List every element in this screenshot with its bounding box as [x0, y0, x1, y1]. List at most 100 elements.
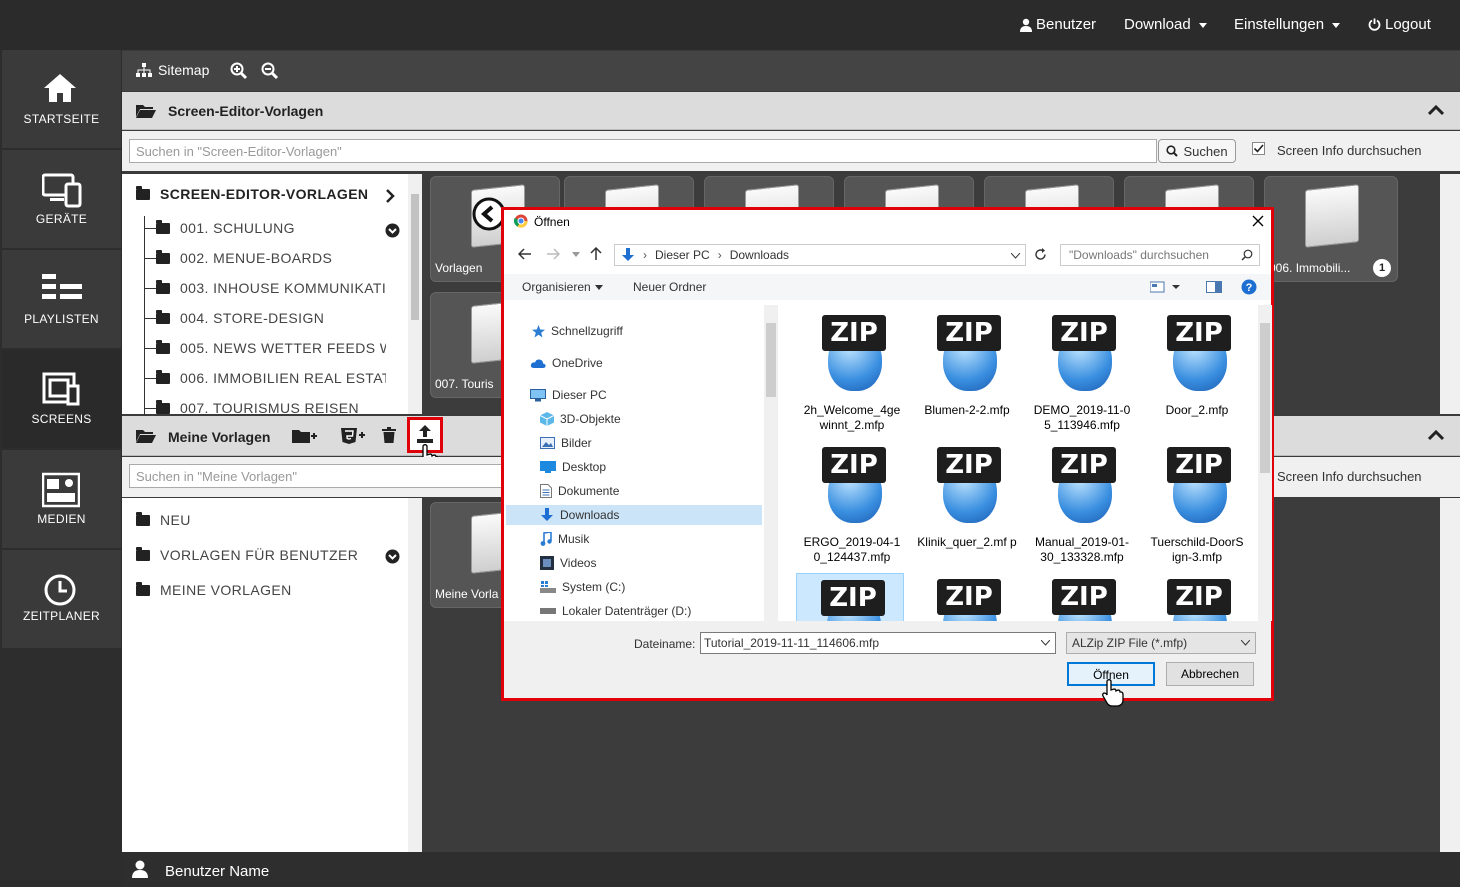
file-item[interactable]: ZIP	[913, 573, 1021, 621]
nav-musik[interactable]: Musik	[540, 529, 589, 549]
breadcrumb-dieser-pc[interactable]: Dieser PC	[655, 248, 710, 262]
nav-scrollbar[interactable]	[764, 305, 778, 621]
nav-dokumente[interactable]: Dokumente	[540, 481, 619, 501]
nav-label: Dieser PC	[552, 388, 607, 402]
chevron-down-icon[interactable]	[572, 252, 580, 257]
file-item[interactable]: ZIP	[1143, 573, 1251, 621]
up-arrow-icon[interactable]	[590, 247, 602, 261]
file-item[interactable]: ZIP Tuerschild-DoorS ign-3.mfp	[1143, 441, 1251, 569]
sitemap-button[interactable]: Sitemap	[136, 62, 209, 78]
file-item[interactable]: ZIP Manual_2019-01- 30_133328.mfp	[1028, 441, 1136, 569]
tree-item-label: 004. STORE-DESIGN	[180, 310, 325, 326]
tree-item[interactable]: 003. INHOUSE KOMMUNIKATIC	[144, 280, 386, 302]
nav-label: PLAYLISTEN	[24, 312, 99, 326]
folder-tile[interactable]: 006. Immobili... 1	[1264, 176, 1398, 282]
user-menu[interactable]: Benutzer	[1020, 16, 1096, 33]
file-item[interactable]: ZIP Blumen-2-2.mfp	[913, 309, 1021, 437]
footer-user-name: Benutzer Name	[165, 863, 270, 880]
chevron-up-icon[interactable]	[1428, 105, 1444, 116]
new-html5-icon[interactable]	[340, 427, 366, 444]
tree-item[interactable]: MEINE VORLAGEN	[136, 582, 292, 604]
tree-item-label: MEINE VORLAGEN	[160, 582, 292, 598]
nav-item-zeitplaner[interactable]: ZEITPLANER	[2, 550, 121, 648]
back-arrow-icon[interactable]	[518, 248, 532, 260]
file-item[interactable]: ZIP DEMO_2019-11-0 5_113946.mfp	[1028, 309, 1136, 437]
folder-icon	[156, 310, 170, 324]
cancel-button[interactable]: Abbrechen	[1166, 662, 1254, 686]
search-input[interactable]: Suchen in "Screen-Editor-Vorlagen"	[129, 139, 1157, 163]
nav-system-c[interactable]: System (C:)	[540, 577, 625, 597]
logout-button[interactable]: Logout	[1368, 16, 1431, 33]
zip-file-icon: ZIP	[821, 580, 885, 621]
zoom-out-icon[interactable]	[261, 62, 279, 80]
file-item[interactable]: ZIP Klinik_quer_2.mf p	[913, 441, 1021, 569]
tree-item[interactable]: 004. STORE-DESIGN	[144, 310, 386, 332]
search-icon	[1241, 249, 1253, 261]
file-item[interactable]: ZIP ERGO_2019-04-1 0_124437.mfp	[798, 441, 906, 569]
nav-item-playlisten[interactable]: PLAYLISTEN	[2, 250, 121, 348]
zip-file-icon: ZIP	[1167, 315, 1231, 391]
devices-icon	[42, 173, 82, 208]
help-icon[interactable]: ?	[1241, 279, 1257, 295]
scrollbar[interactable]	[1440, 174, 1460, 414]
breadcrumb-downloads[interactable]: Downloads	[730, 248, 789, 262]
tree-item[interactable]: 002. MENUE-BOARDS	[144, 250, 386, 272]
scrollbar[interactable]	[1440, 498, 1460, 852]
filetype-select[interactable]: ALZip ZIP File (*.mfp)	[1066, 632, 1256, 654]
tree-item[interactable]: 006. IMMOBILIEN REAL ESTATE	[144, 370, 386, 392]
tree-item[interactable]: 001. SCHULUNG	[144, 220, 384, 242]
address-bar[interactable]: › Dieser PC › Downloads	[614, 244, 1026, 266]
checkbox-icon[interactable]	[1252, 142, 1265, 155]
new-folder-icon[interactable]	[292, 428, 318, 444]
nav-desktop[interactable]: Desktop	[540, 457, 606, 477]
zoom-in-icon[interactable]	[230, 62, 248, 80]
file-item[interactable]: ZIP 2h_Welcome_4ge winnt_2.mfp	[798, 309, 906, 437]
search-button[interactable]: Suchen	[1158, 139, 1236, 163]
nav-item-screens[interactable]: SCREENS	[2, 350, 121, 448]
file-list-scrollbar[interactable]	[1258, 305, 1272, 621]
forward-arrow-icon[interactable]	[546, 248, 560, 260]
nav-3d-objekte[interactable]: 3D-Objekte	[540, 409, 621, 429]
file-item-selected[interactable]: ZIP	[796, 573, 904, 621]
file-item[interactable]: ZIP	[1028, 573, 1136, 621]
close-icon[interactable]	[1252, 215, 1264, 227]
settings-menu[interactable]: Einstellungen	[1234, 16, 1341, 33]
nav-label: Schnellzugriff	[551, 324, 623, 338]
nav-bilder[interactable]: Bilder	[540, 433, 592, 453]
file-name: 2h_Welcome_4ge winnt_2.mfp	[803, 403, 901, 432]
nav-label: GERÄTE	[35, 212, 88, 226]
nav-videos[interactable]: Videos	[540, 553, 596, 573]
organize-label: Organisieren	[522, 280, 591, 294]
nav-item-geraete[interactable]: GERÄTE	[2, 150, 121, 248]
trash-icon[interactable]	[382, 427, 396, 443]
nav-dieser-pc[interactable]: Dieser PC	[530, 385, 607, 405]
file-item[interactable]: ZIP Door_2.mfp	[1143, 309, 1251, 437]
refresh-icon[interactable]	[1034, 248, 1047, 261]
tree-item[interactable]: 005. NEWS WETTER FEEDS WE	[144, 340, 386, 362]
tree-item[interactable]: VORLAGEN FÜR BENUTZER	[136, 547, 358, 569]
tree-root[interactable]: SCREEN-EDITOR-VORLAGEN	[136, 186, 368, 208]
scrollbar[interactable]	[408, 498, 422, 852]
tree-item[interactable]: 007. TOURISMUS REISEN	[144, 400, 386, 414]
scrollbar[interactable]	[408, 174, 422, 414]
filename-input[interactable]: Tutorial_2019-11-11_114606.mfp	[700, 632, 1056, 654]
chevron-up-icon[interactable]	[1428, 430, 1444, 441]
dialog-search-input[interactable]: "Downloads" durchsuchen	[1060, 244, 1260, 266]
nav-downloads[interactable]: Downloads	[506, 505, 762, 525]
chevron-down-circle-icon[interactable]	[385, 223, 400, 238]
view-options-icon[interactable]	[1150, 281, 1180, 293]
download-menu[interactable]: Download	[1124, 16, 1207, 33]
chevron-right-icon[interactable]	[386, 189, 395, 203]
nav-onedrive[interactable]: OneDrive	[530, 353, 603, 373]
organize-button[interactable]: Organisieren	[522, 280, 603, 294]
nav-lokaler-datentraeger-d[interactable]: Lokaler Datenträger (D:)	[540, 601, 691, 621]
new-folder-button[interactable]: Neuer Ordner	[633, 280, 706, 294]
power-icon	[1368, 18, 1381, 31]
nav-item-medien[interactable]: MEDIEN	[2, 450, 121, 548]
preview-pane-icon[interactable]	[1206, 281, 1222, 293]
nav-item-startseite[interactable]: STARTSEITE	[2, 50, 121, 148]
chevron-down-icon[interactable]	[1011, 253, 1020, 259]
chevron-down-circle-icon[interactable]	[385, 549, 400, 564]
nav-schnellzugriff[interactable]: Schnellzugriff	[532, 321, 623, 341]
tree-item[interactable]: NEU	[136, 512, 191, 534]
